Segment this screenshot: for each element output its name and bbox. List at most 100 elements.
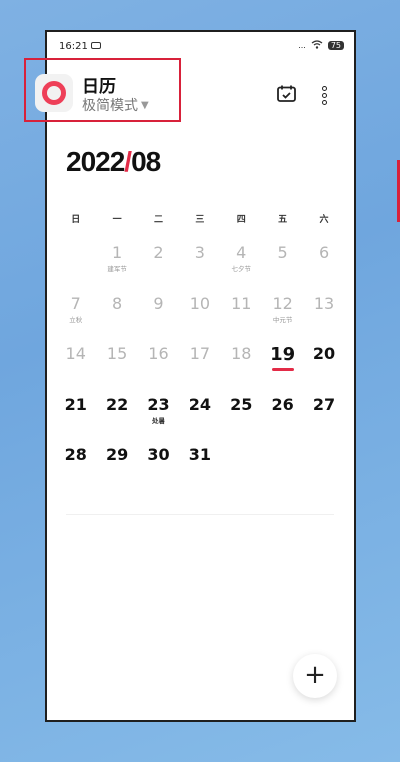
day-number: 24: [188, 394, 211, 414]
mode-label: 极简模式: [82, 98, 138, 114]
day-number: 1: [111, 243, 123, 262]
day-number: 12: [272, 293, 293, 313]
day-number: 16: [148, 344, 169, 363]
day-number: 28: [64, 445, 87, 464]
calendar-week-row: 7 立秋 8 9 10 11 12 中元节 13: [55, 289, 345, 340]
day-cell[interactable]: 29: [96, 440, 137, 491]
day-cell[interactable]: 22: [96, 390, 137, 441]
day-cell[interactable]: 4 七夕节: [221, 238, 262, 289]
calendar-week-row: 28 29 30 31: [55, 440, 345, 491]
day-cell[interactable]: 21: [55, 390, 96, 441]
today-cell[interactable]: 19: [262, 339, 303, 390]
chevron-down-icon: ▼: [141, 99, 149, 111]
year-month-title[interactable]: 2022/08: [66, 146, 161, 178]
day-number: 5: [277, 243, 288, 262]
calendar-weeks: 1 建军节 2 3 4 七夕节 5 6 7 立秋 8 9 10 11 12 中元节 13 14 15 16 17 18 19…: [55, 238, 345, 491]
festival-label: 建军节: [107, 265, 127, 273]
weekday-header: 日一二三四五六: [55, 212, 345, 238]
app-icon[interactable]: [35, 74, 73, 112]
day-number: 26: [271, 394, 294, 414]
day-cell[interactable]: 25: [221, 390, 262, 441]
day-cell[interactable]: 17: [179, 339, 220, 390]
day-cell[interactable]: 2: [138, 238, 179, 289]
year-label: 2022: [66, 146, 125, 177]
calendar-week-row: 14 15 16 17 18 19 20: [55, 339, 345, 390]
day-number: 29: [105, 445, 129, 464]
day-number: 10: [189, 293, 211, 313]
day-number: 9: [153, 293, 164, 313]
mode-selector[interactable]: 极简模式 ▼: [82, 95, 149, 115]
calendar-check-icon[interactable]: [277, 85, 296, 102]
day-number: 7: [70, 293, 81, 313]
weekday-label: 四: [236, 215, 246, 225]
festival-label: 处暑: [151, 416, 165, 425]
day-cell[interactable]: 9: [138, 289, 179, 340]
day-cell[interactable]: 23 处暑: [138, 390, 179, 441]
app-ring-icon: [42, 81, 66, 105]
day-cell[interactable]: 6: [303, 238, 344, 289]
battery-indicator: 75: [327, 41, 344, 50]
empty-day-cell: [262, 440, 303, 491]
day-cell[interactable]: 28: [55, 440, 96, 491]
weekday-label: 二: [153, 215, 163, 225]
day-number: 27: [312, 394, 336, 414]
empty-day-cell: [221, 440, 262, 491]
day-cell[interactable]: 13: [303, 289, 344, 340]
day-number: 30: [147, 445, 170, 464]
day-number: 18: [231, 344, 252, 363]
day-number: 3: [194, 243, 205, 262]
day-number: 17: [189, 344, 211, 363]
day-number: 2: [153, 243, 164, 262]
day-number: 23: [147, 394, 170, 414]
day-cell[interactable]: 5: [262, 238, 303, 289]
weekday-label: 一: [112, 215, 122, 225]
day-cell[interactable]: 8: [96, 289, 137, 340]
day-cell[interactable]: 15: [96, 339, 137, 390]
day-number: 21: [64, 394, 87, 414]
signal-icon: ...: [298, 41, 306, 50]
divider: [66, 514, 334, 515]
weekday-label: 三: [195, 215, 205, 225]
app-title: 日历: [82, 77, 116, 97]
day-number: 31: [188, 445, 211, 464]
day-cell[interactable]: 14: [55, 339, 96, 390]
day-cell[interactable]: 27: [303, 390, 344, 441]
today-indicator: [271, 368, 294, 371]
festival-label: 立秋: [69, 315, 83, 324]
day-number: 11: [231, 293, 252, 313]
day-number: 13: [313, 293, 335, 313]
day-cell[interactable]: 30: [138, 440, 179, 491]
weekday-label: 六: [319, 215, 329, 225]
day-number: 25: [230, 394, 253, 414]
day-cell[interactable]: 26: [262, 390, 303, 441]
day-cell[interactable]: 7 立秋: [55, 289, 96, 340]
month-label: 08: [131, 146, 161, 177]
day-cell[interactable]: 12 中元节: [262, 289, 303, 340]
day-number: 19: [270, 344, 296, 365]
day-cell[interactable]: 11: [221, 289, 262, 340]
day-number: 22: [105, 394, 129, 414]
day-number: 8: [111, 293, 123, 313]
weekday-label: 日: [71, 215, 81, 225]
more-vertical-icon[interactable]: [322, 86, 328, 105]
calendar-grid: 日一二三四五六 1 建军节 2 3 4 七夕节 5 6 7 立秋 8 9 10 11 12 中元节 13 14 15…: [55, 212, 345, 491]
day-cell[interactable]: 3: [179, 238, 220, 289]
day-number: 6: [318, 243, 330, 262]
calendar-week-row: 1 建军节 2 3 4 七夕节 5 6: [55, 238, 345, 289]
day-cell[interactable]: 18: [221, 339, 262, 390]
day-cell[interactable]: 16: [138, 339, 179, 390]
day-cell[interactable]: 1 建军节: [96, 238, 137, 289]
day-cell[interactable]: 20: [303, 339, 344, 390]
day-number: 4: [236, 243, 247, 262]
day-cell[interactable]: 10: [179, 289, 220, 340]
empty-day-cell: [303, 440, 344, 491]
festival-label: 七夕节: [231, 265, 252, 273]
day-number: 20: [312, 344, 336, 363]
empty-day-cell: [55, 238, 96, 289]
day-number: 14: [65, 344, 86, 363]
add-event-button[interactable]: +: [293, 654, 337, 698]
sim-icon: [91, 42, 101, 49]
day-cell[interactable]: 31: [179, 440, 220, 491]
day-cell[interactable]: 24: [179, 390, 220, 441]
status-icons: ... 75: [298, 40, 344, 51]
